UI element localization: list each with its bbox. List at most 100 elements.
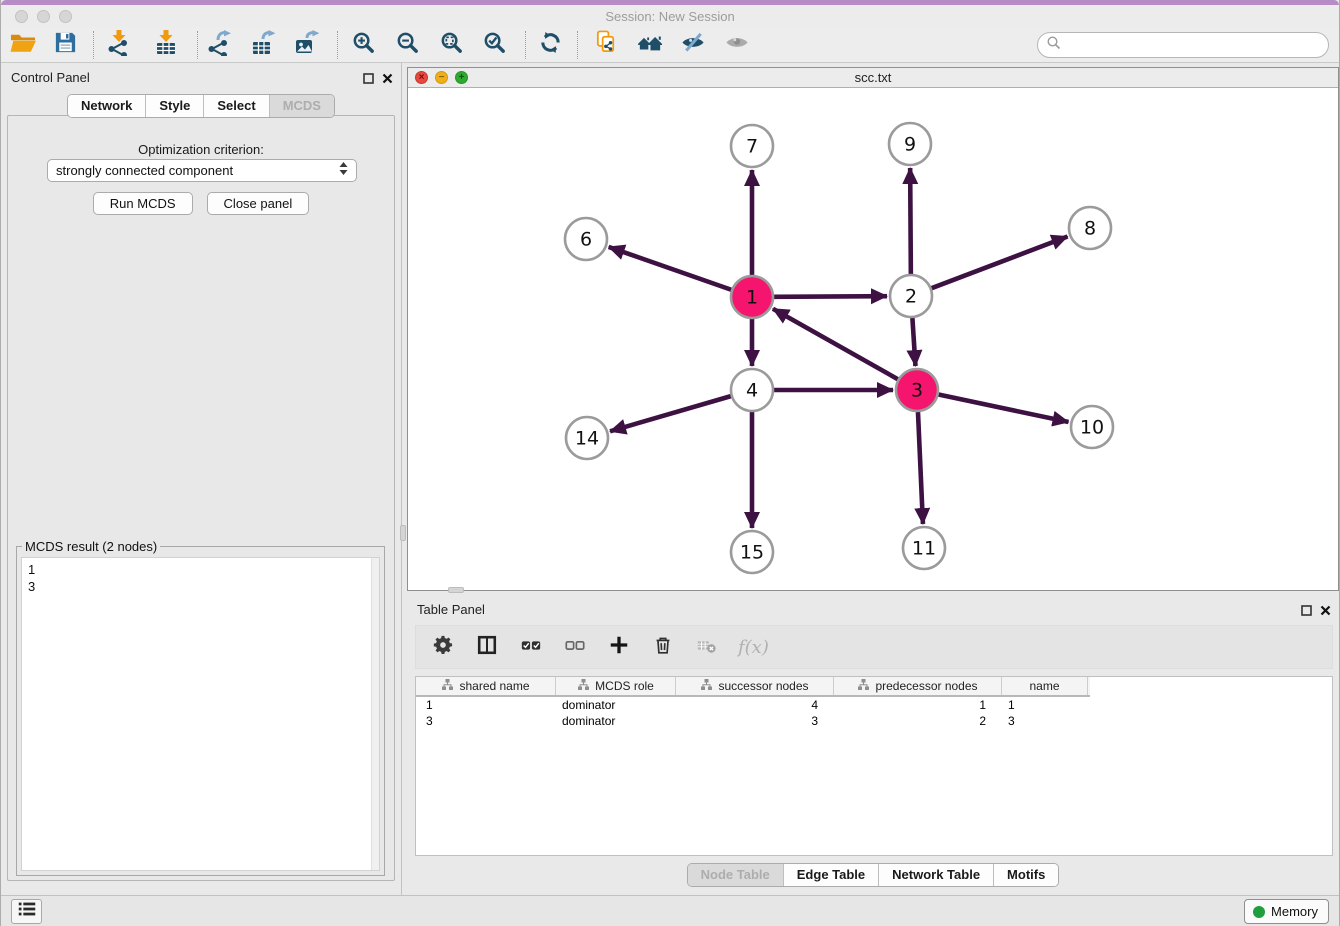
cell-shared-name: 1 [416,698,556,712]
table-panel-title: Table Panel [417,602,485,617]
table-settings-button[interactable] [430,634,456,660]
save-floppy-icon [53,30,78,60]
graph-node-label-2: 2 [905,286,917,308]
graph-edge-3-1[interactable] [773,309,898,379]
create-column-button[interactable] [606,634,632,660]
criterion-dropdown[interactable]: strongly connected component [47,159,357,182]
cell-predecessor-nodes: 2 [834,714,1002,728]
memory-button[interactable]: Memory [1244,899,1329,924]
close-panel-button[interactable]: Close panel [207,192,310,215]
app-title: Session: New Session [1,9,1339,24]
table-panel: Table Panel f(x) [407,595,1339,895]
tab-style[interactable]: Style [145,95,203,117]
tab-node-table[interactable]: Node Table [688,864,783,886]
graph-edge-3-11[interactable] [918,412,923,524]
hide-selected-button[interactable] [673,29,713,61]
open-session-button[interactable] [3,29,43,61]
zoom-fit-button[interactable] [431,29,471,61]
export-image-button[interactable] [286,29,326,61]
tab-edge-table[interactable]: Edge Table [783,864,878,886]
column-label: predecessor nodes [875,679,977,693]
eye-slash-icon [680,30,706,60]
cell-name: 3 [1002,714,1088,728]
toolbar-separator [197,31,198,59]
select-all-columns-button[interactable] [518,634,544,660]
import-network-button[interactable] [99,29,139,61]
mcds-result-groupbox: MCDS result (2 nodes) 1 3 [16,546,385,876]
tab-network-table[interactable]: Network Table [878,864,993,886]
list-icon [16,898,38,925]
network-canvas[interactable]: 7968124314101511 [408,88,1338,590]
graph-edge-2-9[interactable] [910,168,911,274]
float-panel-icon[interactable] [363,71,374,89]
tab-network[interactable]: Network [68,95,145,117]
column-header-successor-nodes[interactable]: successor nodes [676,677,834,695]
vertical-splitter-handle[interactable] [400,525,406,541]
unselect-all-columns-button[interactable] [562,634,588,660]
open-folder-icon [9,31,37,60]
graph-node-label-9: 9 [904,134,916,156]
graph-edge-1-6[interactable] [609,247,732,290]
function-builder-button[interactable]: f(x) [738,634,769,660]
zoom-selected-button[interactable] [474,29,514,61]
unchecked-boxes-icon [564,634,586,661]
refresh-view-button[interactable] [530,29,570,61]
export-network-button[interactable] [199,29,239,61]
column-label: MCDS role [595,679,654,693]
graph-node-label-8: 8 [1084,218,1096,240]
plus-icon [608,634,630,661]
tab-select[interactable]: Select [203,95,268,117]
float-table-panel-icon[interactable] [1301,603,1312,621]
search-icon [1046,35,1062,56]
mcds-result-textarea[interactable]: 1 3 [21,557,380,871]
column-label: successor nodes [718,679,808,693]
home-button[interactable] [630,29,670,61]
zoom-selected-icon [482,30,507,60]
column-header-mcds-role[interactable]: MCDS role [556,677,676,695]
graph-node-label-3: 3 [911,380,923,402]
memory-status-icon [1253,906,1265,918]
horizontal-splitter-handle[interactable] [448,587,464,593]
import-table-button[interactable] [146,29,186,61]
search-input[interactable] [1062,35,1328,55]
delete-table-button[interactable] [694,634,720,660]
delete-column-button[interactable] [650,634,676,660]
copy-network-view-button[interactable] [586,29,626,61]
graph-node-label-15: 15 [740,542,764,564]
zoom-in-button[interactable] [343,29,383,61]
graph-edge-4-14[interactable] [610,396,731,431]
fx-icon: f(x) [738,637,769,658]
save-session-button[interactable] [45,29,85,61]
tab-motifs[interactable]: Motifs [993,864,1058,886]
cell-shared-name: 3 [416,714,556,728]
column-header-predecessor-nodes[interactable]: predecessor nodes [834,677,1002,695]
graph-edge-2-8[interactable] [932,237,1068,289]
close-table-panel-icon[interactable] [1320,603,1331,621]
table-row[interactable]: 3 dominator 3 2 3 [416,713,1332,729]
dropdown-stepper-icon [339,161,348,181]
graph-edge-1-2[interactable] [774,296,887,297]
network-window-titlebar: × − + scc.txt [408,68,1338,88]
result-scrollbar[interactable] [371,558,379,870]
close-panel-icon[interactable] [382,71,393,89]
task-history-button[interactable] [11,899,42,924]
graph-edge-3-10[interactable] [939,395,1069,422]
delete-table-icon [695,634,719,661]
zoom-out-button[interactable] [387,29,427,61]
table-row[interactable]: 1 dominator 4 1 1 [416,697,1332,713]
show-columns-button[interactable] [474,634,500,660]
mcds-result-legend: MCDS result (2 nodes) [22,539,160,554]
graph-edge-2-3[interactable] [912,318,915,366]
checked-boxes-icon [520,634,542,661]
table-tabbar: Node Table Edge Table Network Table Moti… [407,863,1339,887]
run-mcds-button[interactable]: Run MCDS [93,192,193,215]
show-all-button[interactable] [717,29,757,61]
column-tree-icon [577,678,590,694]
column-header-shared-name[interactable]: shared name [416,677,556,695]
column-header-name[interactable]: name [1002,677,1088,695]
cell-successor-nodes: 3 [676,714,834,728]
copy-network-icon [594,30,619,60]
export-table-button[interactable] [243,29,283,61]
tab-mcds[interactable]: MCDS [269,95,334,117]
table-panel-header: Table Panel [407,595,1339,621]
